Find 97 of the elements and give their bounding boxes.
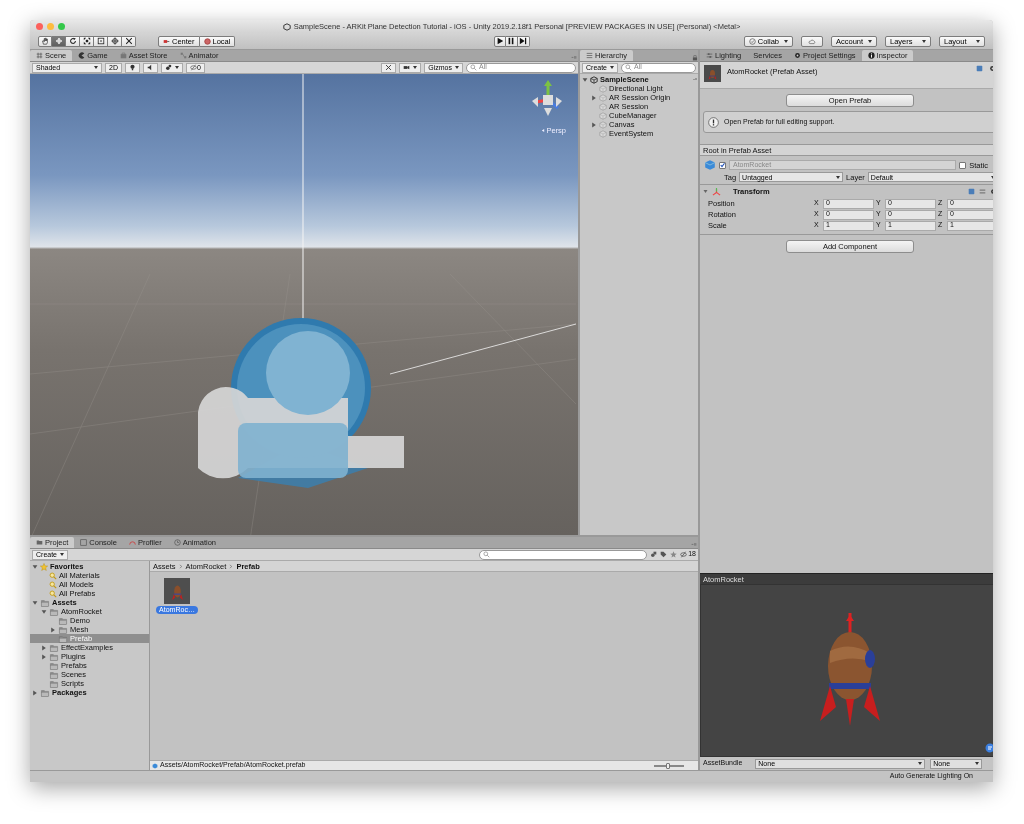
folder-icon bbox=[58, 625, 68, 634]
list-icon bbox=[586, 52, 593, 59]
asset-label-icon[interactable] bbox=[985, 743, 993, 753]
book-icon[interactable] bbox=[968, 188, 975, 195]
folder-icon bbox=[49, 652, 59, 661]
rect-tool-icon bbox=[96, 37, 105, 45]
pacman-icon bbox=[78, 52, 86, 59]
chevron-right-icon bbox=[178, 563, 183, 569]
sliders-icon[interactable] bbox=[979, 188, 986, 195]
wrench-cross-icon bbox=[385, 64, 393, 71]
light-bulb-icon bbox=[128, 64, 136, 71]
folder-icon bbox=[58, 634, 68, 643]
eye-slash-icon bbox=[189, 64, 197, 71]
expand-arrow-icon[interactable] bbox=[32, 599, 38, 606]
cloud-button[interactable] bbox=[801, 35, 823, 47]
effects-dropdown[interactable] bbox=[160, 62, 183, 73]
filter-type-icon[interactable] bbox=[650, 551, 658, 558]
custom-tool-button[interactable] bbox=[122, 35, 136, 47]
active-checkbox[interactable] bbox=[719, 161, 726, 169]
book-icon[interactable] bbox=[976, 65, 983, 72]
expand-arrow-icon[interactable] bbox=[32, 689, 38, 696]
rotate-arrows-icon bbox=[68, 37, 77, 45]
expand-arrow-icon[interactable] bbox=[591, 121, 597, 128]
profiler-icon bbox=[128, 539, 136, 546]
folder-icon bbox=[49, 670, 59, 679]
store-bag-icon bbox=[119, 52, 127, 59]
expand-arrow-icon[interactable] bbox=[32, 563, 38, 570]
check-circle-icon bbox=[748, 37, 756, 45]
left-triangle-icon bbox=[541, 128, 546, 133]
lighting-icon bbox=[706, 52, 713, 59]
expand-arrow-icon[interactable] bbox=[582, 76, 588, 83]
expand-arrow-icon[interactable] bbox=[41, 644, 47, 651]
star-icon[interactable] bbox=[670, 551, 678, 558]
wrench-cross-icon bbox=[124, 37, 133, 45]
console-icon bbox=[80, 539, 88, 546]
tag-icon[interactable] bbox=[660, 551, 668, 558]
chevron-right-icon bbox=[229, 563, 234, 569]
scale-tool-button[interactable] bbox=[80, 35, 94, 47]
folder-icon bbox=[40, 688, 50, 697]
tools-button[interactable] bbox=[381, 62, 397, 73]
expand-arrow-icon[interactable] bbox=[41, 653, 47, 660]
step-button[interactable] bbox=[517, 35, 530, 47]
audio-button[interactable] bbox=[142, 62, 158, 73]
globe-icon bbox=[203, 37, 211, 45]
folder-icon bbox=[40, 598, 50, 607]
move-tool-button[interactable] bbox=[52, 35, 66, 47]
hand-icon bbox=[41, 37, 49, 45]
play-button[interactable] bbox=[493, 35, 506, 47]
static-checkbox[interactable] bbox=[959, 161, 967, 169]
transform-tool-button[interactable] bbox=[108, 35, 122, 47]
grid-icon bbox=[36, 52, 43, 59]
speaker-icon bbox=[146, 64, 154, 71]
lock-icon[interactable] bbox=[692, 55, 698, 61]
collapse-arrow-icon[interactable] bbox=[703, 189, 708, 194]
rotate-tool-button[interactable] bbox=[66, 35, 80, 47]
folder-icon bbox=[58, 616, 68, 625]
eye-slash-icon bbox=[680, 551, 688, 558]
transform-tool-icon bbox=[110, 37, 119, 45]
folder-icon bbox=[49, 679, 59, 688]
star-icon bbox=[40, 562, 48, 571]
cloud-icon bbox=[806, 37, 818, 45]
cube-icon bbox=[704, 159, 716, 171]
transform-axes-icon bbox=[712, 187, 721, 196]
camera-icon bbox=[403, 64, 411, 71]
info-icon bbox=[708, 116, 719, 128]
search-icon bbox=[625, 64, 632, 71]
animator-icon bbox=[179, 52, 187, 59]
play-icon bbox=[495, 37, 504, 45]
folder-icon bbox=[49, 661, 59, 670]
search-icon bbox=[483, 551, 491, 558]
step-icon bbox=[519, 37, 527, 45]
expand-arrow-icon[interactable] bbox=[50, 626, 56, 633]
pause-button[interactable] bbox=[505, 35, 518, 47]
camera-dropdown[interactable] bbox=[399, 62, 422, 73]
search-field[interactable] bbox=[479, 549, 648, 560]
pivot-icon bbox=[163, 37, 170, 45]
pause-icon bbox=[507, 37, 515, 45]
close-button[interactable] bbox=[36, 23, 43, 30]
folder-icon bbox=[49, 643, 59, 652]
lighting-button[interactable] bbox=[124, 62, 140, 73]
folder-icon bbox=[36, 539, 43, 546]
unity-logo-icon bbox=[282, 22, 291, 31]
asset-thumbnail[interactable] bbox=[164, 578, 190, 604]
slider-thumb[interactable] bbox=[665, 762, 670, 769]
expand-arrow-icon[interactable] bbox=[591, 94, 597, 101]
effects-icon bbox=[164, 64, 172, 71]
hand-tool-button[interactable] bbox=[38, 35, 52, 47]
clock-icon bbox=[173, 539, 181, 546]
expand-arrow-icon[interactable] bbox=[41, 608, 47, 615]
search-icon bbox=[470, 64, 477, 71]
unity-logo-icon bbox=[590, 75, 598, 84]
prefab-cube-icon bbox=[152, 762, 158, 769]
move-arrows-icon bbox=[54, 37, 63, 45]
rect-tool-button[interactable] bbox=[94, 35, 108, 47]
folder-icon bbox=[49, 607, 59, 616]
info-icon bbox=[867, 52, 875, 59]
scale-arrows-icon bbox=[82, 37, 91, 45]
